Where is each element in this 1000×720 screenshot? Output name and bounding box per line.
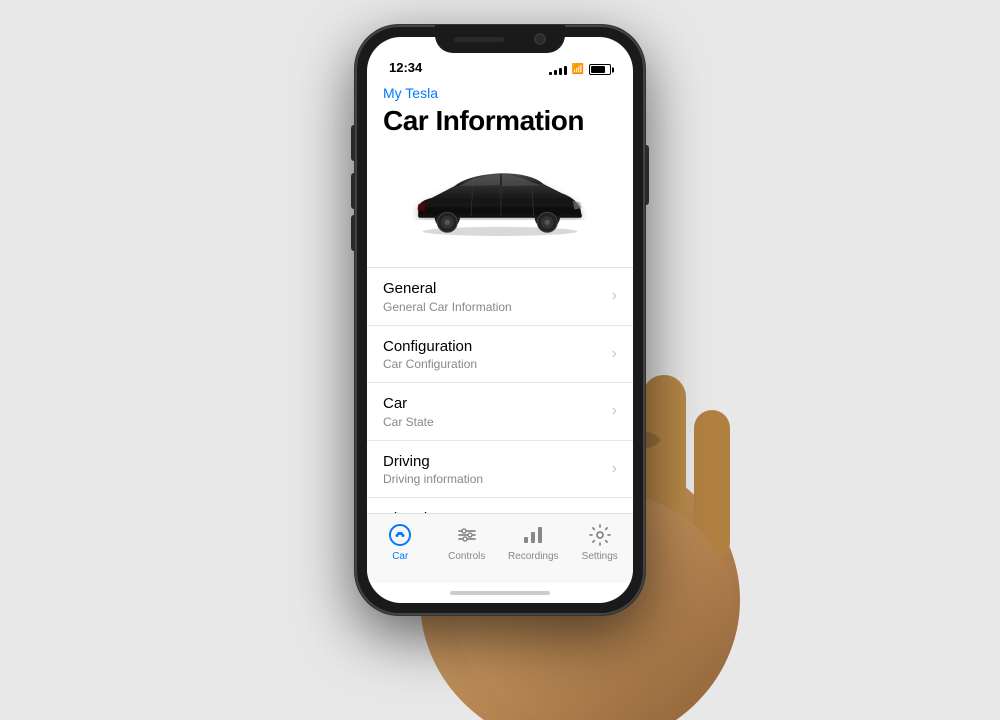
chevron-icon: ›: [612, 460, 617, 478]
menu-item-charging[interactable]: Charging Charging information ›: [367, 498, 633, 513]
menu-item-configuration-subtitle: Car Configuration: [383, 357, 477, 371]
tesla-car-svg: [400, 166, 600, 239]
menu-item-car-subtitle: Car State: [383, 415, 434, 429]
car-image: [400, 157, 600, 247]
back-link[interactable]: My Tesla: [367, 81, 633, 103]
tab-recordings[interactable]: Recordings: [500, 522, 567, 562]
home-indicator: [367, 583, 633, 603]
menu-item-driving-subtitle: Driving information: [383, 472, 483, 486]
menu-item-configuration[interactable]: Configuration Car Configuration ›: [367, 326, 633, 384]
car-image-area: [367, 147, 633, 267]
chevron-icon: ›: [612, 287, 617, 305]
speaker: [454, 37, 504, 42]
home-bar: [450, 591, 550, 595]
chevron-icon: ›: [612, 402, 617, 420]
battery-icon: [589, 64, 611, 75]
camera: [534, 33, 546, 45]
menu-item-general-title: General: [383, 279, 512, 299]
phone-screen: 12:34 📶 My Tesla: [367, 37, 633, 603]
settings-tab-icon: [587, 522, 613, 548]
menu-item-car-title: Car: [383, 394, 434, 414]
recordings-tab-icon: [520, 522, 546, 548]
scene: 12:34 📶 My Tesla: [0, 0, 1000, 710]
notch: [435, 25, 565, 53]
signal-icon: [549, 65, 567, 75]
menu-list: General General Car Information › Config…: [367, 267, 633, 513]
tab-controls-label: Controls: [448, 551, 485, 562]
chevron-icon: ›: [612, 345, 617, 363]
menu-item-driving-title: Driving: [383, 452, 483, 472]
controls-tab-icon: [454, 522, 480, 548]
page-title: Car Information: [367, 103, 633, 147]
menu-item-general-subtitle: General Car Information: [383, 300, 512, 314]
app-content: My Tesla Car Information: [367, 81, 633, 513]
car-tab-icon: [387, 522, 413, 548]
tab-car[interactable]: Car: [367, 522, 434, 562]
menu-item-general[interactable]: General General Car Information ›: [367, 268, 633, 326]
tab-recordings-label: Recordings: [508, 551, 559, 562]
tab-car-label: Car: [392, 551, 408, 562]
tab-bar: Car Controls: [367, 513, 633, 583]
menu-item-driving[interactable]: Driving Driving information ›: [367, 441, 633, 499]
battery-fill: [591, 66, 605, 73]
menu-item-configuration-title: Configuration: [383, 337, 477, 357]
tab-settings-label: Settings: [582, 551, 618, 562]
menu-item-car[interactable]: Car Car State ›: [367, 383, 633, 441]
phone-frame: 12:34 📶 My Tesla: [355, 25, 645, 615]
status-time: 12:34: [389, 60, 422, 75]
status-icons: 📶: [549, 64, 611, 75]
tab-settings[interactable]: Settings: [567, 522, 634, 562]
tab-controls[interactable]: Controls: [434, 522, 501, 562]
wifi-icon: 📶: [572, 64, 584, 75]
